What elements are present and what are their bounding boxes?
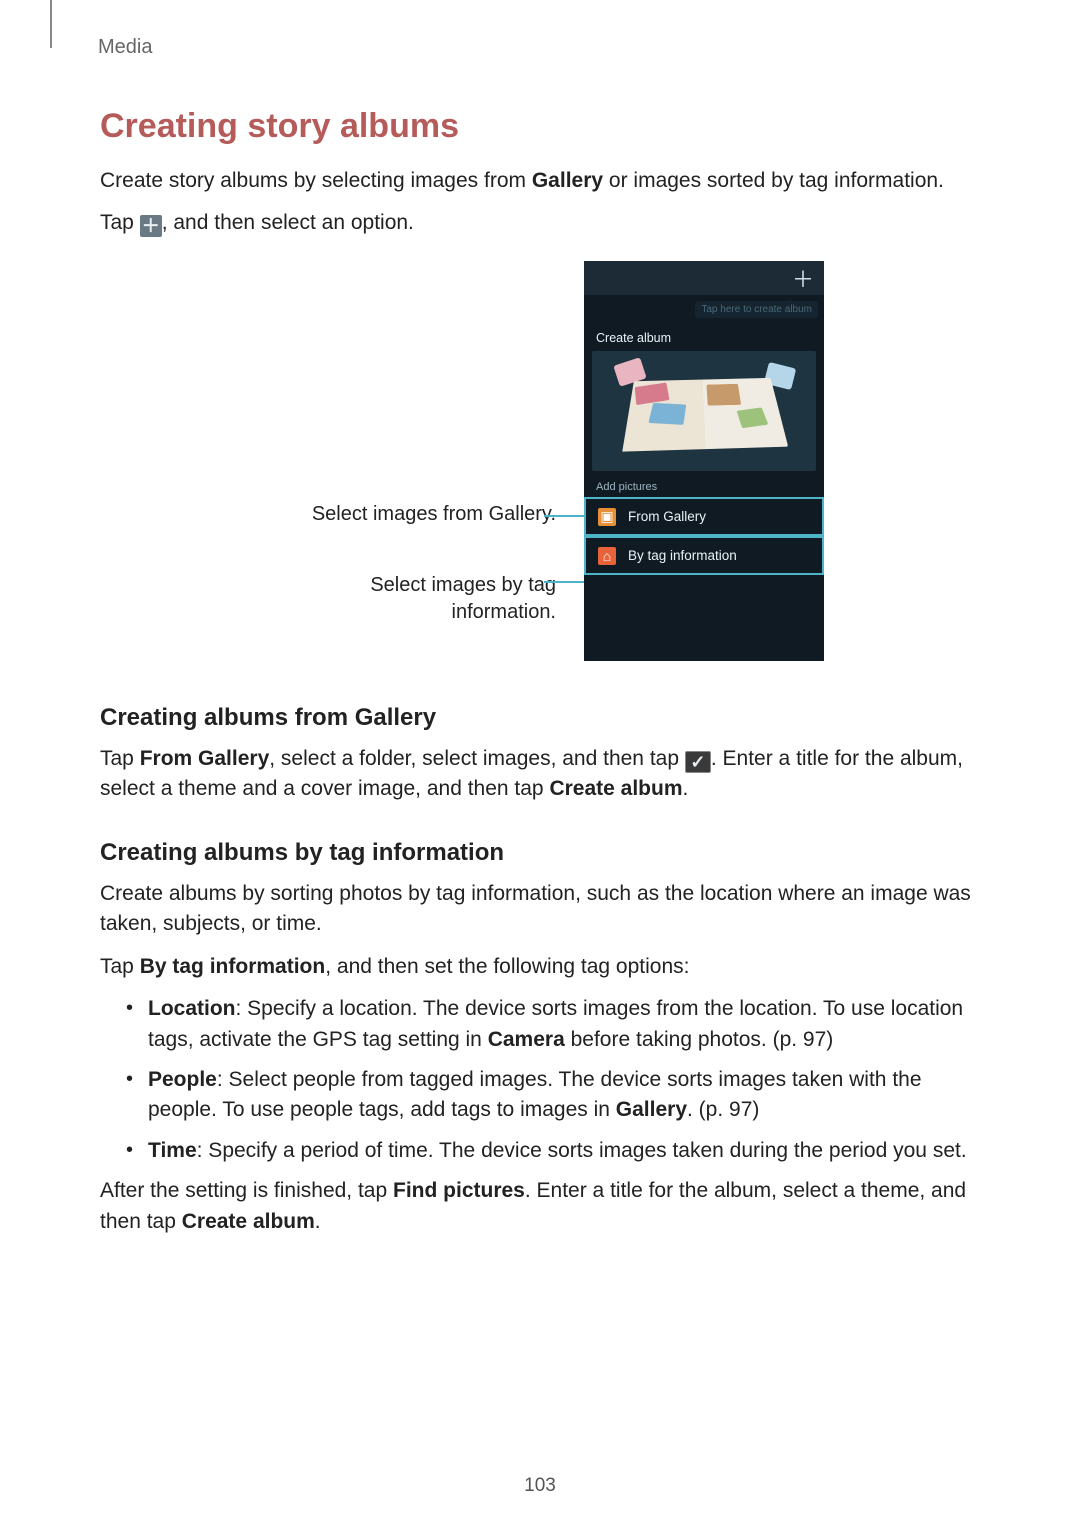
text: After the setting is finished, tap <box>100 1179 393 1202</box>
menu-item-label: By tag information <box>628 548 737 563</box>
list-item-time: Time: Specify a period of time. The devi… <box>148 1136 980 1166</box>
intro-paragraph-1: Create story albums by selecting images … <box>100 166 980 196</box>
bold-location: Location <box>148 997 236 1020</box>
text: information. <box>452 601 557 623</box>
menu-item-from-gallery[interactable]: ▣ From Gallery <box>584 497 824 536</box>
plus-icon: ＋ <box>140 215 162 237</box>
list-item-people: People: Select people from tagged images… <box>148 1065 980 1126</box>
text: : Select people from tagged images. The … <box>148 1068 922 1121</box>
text: Tap <box>100 747 140 770</box>
text: , select a folder, select images, and th… <box>269 747 685 770</box>
panel-label-add-pictures: Add pictures <box>584 471 824 497</box>
heading-creating-story-albums: Creating story albums <box>100 107 980 146</box>
intro-paragraph-2: Tap ＋, and then select an option. <box>100 208 980 238</box>
bold-people: People <box>148 1068 217 1091</box>
text: before taking photos. (p. 97) <box>565 1028 834 1051</box>
bold-find-pictures: Find pictures <box>393 1179 525 1202</box>
bold-create-album: Create album <box>549 777 682 800</box>
text: : Specify a period of time. The device s… <box>197 1139 967 1162</box>
bold-from-gallery: From Gallery <box>140 747 270 770</box>
bold-create-album: Create album <box>182 1210 315 1233</box>
tag-options-list: Location: Specify a location. The device… <box>100 994 980 1166</box>
heading-by-tag: Creating albums by tag information <box>100 839 980 867</box>
heading-from-gallery: Creating albums from Gallery <box>100 704 980 732</box>
panel-label-create-album: Create album <box>584 323 824 351</box>
bold-time: Time <box>148 1139 197 1162</box>
paragraph-by-tag-1: Create albums by sorting photos by tag i… <box>100 879 980 940</box>
text: Tap <box>100 955 140 978</box>
text: , and then set the following tag options… <box>325 955 689 978</box>
text: . (p. 97) <box>687 1098 759 1121</box>
menu-item-by-tag[interactable]: ⌂ By tag information <box>584 536 824 575</box>
text: Tap <box>100 211 140 234</box>
text: . <box>683 777 689 800</box>
paragraph-by-tag-3: After the setting is finished, tap Find … <box>100 1176 980 1237</box>
menu-item-label: From Gallery <box>628 509 706 524</box>
gallery-icon: ▣ <box>598 508 616 526</box>
callout-by-tag: Select images by tag information. <box>256 572 556 626</box>
callout-column: Select images from Gallery. Select image… <box>256 501 556 670</box>
bold-by-tag-information: By tag information <box>140 955 326 978</box>
phone-action-bar: ＋ <box>584 261 824 295</box>
album-illustration <box>592 351 816 471</box>
phone-screenshot: ＋ Tap here to create album Create album <box>584 261 824 661</box>
text: Select images by tag <box>370 574 556 596</box>
list-item-location: Location: Specify a location. The device… <box>148 994 980 1055</box>
text: , and then select an option. <box>162 211 414 234</box>
bold-camera: Camera <box>488 1028 565 1051</box>
tag-icon: ⌂ <box>598 547 616 565</box>
bold-gallery: Gallery <box>532 169 603 192</box>
text: . <box>315 1210 321 1233</box>
text: or images sorted by tag information. <box>603 169 944 192</box>
check-icon: ✓ <box>685 751 711 773</box>
bold-gallery: Gallery <box>616 1098 687 1121</box>
section-label: Media <box>98 36 980 59</box>
paragraph-by-tag-2: Tap By tag information, and then set the… <box>100 952 980 982</box>
callout-from-gallery: Select images from Gallery. <box>256 501 556 528</box>
tooltip-create-album: Tap here to create album <box>695 301 818 318</box>
paragraph-from-gallery: Tap From Gallery, select a folder, selec… <box>100 744 980 805</box>
text: Create story albums by selecting images … <box>100 169 532 192</box>
plus-icon[interactable]: ＋ <box>792 262 814 294</box>
page-number: 103 <box>0 1475 1080 1497</box>
figure-create-album: Select images from Gallery. Select image… <box>100 261 980 670</box>
